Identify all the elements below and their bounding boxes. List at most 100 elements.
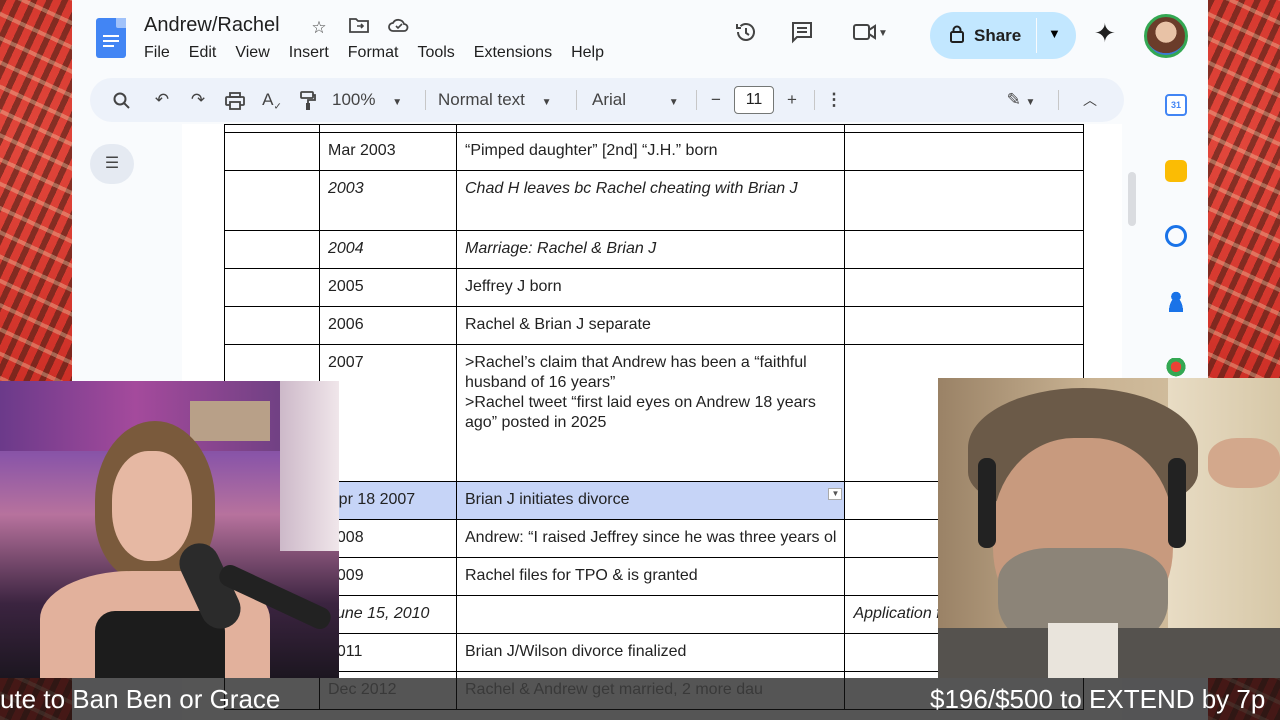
keep-icon[interactable] — [1165, 160, 1187, 182]
date-cell[interactable]: 2007 — [319, 344, 457, 482]
table-row: 2005 Jeffrey J born — [224, 268, 1085, 307]
meet-camera-icon[interactable]: ▼ — [844, 20, 896, 48]
date-cell[interactable]: 2008 — [319, 519, 457, 558]
date-cell[interactable] — [319, 124, 457, 133]
move-to-folder-icon[interactable] — [348, 17, 370, 39]
increase-font-size-button[interactable]: + — [780, 78, 804, 122]
font-family-select[interactable]: Arial ▼ — [592, 78, 686, 122]
row-label-cell[interactable] — [224, 306, 320, 345]
undo-icon[interactable]: ↶ — [150, 78, 174, 122]
date-cell[interactable]: 2011 — [319, 633, 457, 672]
title-bar: Andrew/Rachel ☆ File Edit View Insert Fo… — [72, 0, 1208, 72]
row-label-cell[interactable] — [224, 170, 320, 231]
event-cell[interactable] — [455, 595, 846, 634]
date-cell-text: 2006 — [328, 316, 364, 333]
note-cell[interactable] — [844, 124, 1085, 133]
table-row: 2003 Chad H leaves bc Rachel cheating wit… — [224, 170, 1085, 231]
menu-help[interactable]: Help — [571, 44, 604, 62]
event-cell[interactable] — [455, 124, 846, 133]
event-cell[interactable]: Brian J/Wilson divorce finalized — [455, 633, 846, 672]
scrollbar[interactable] — [1128, 172, 1136, 226]
tasks-icon[interactable] — [1165, 225, 1187, 247]
date-cell[interactable]: 2006 — [319, 306, 457, 345]
calendar-icon[interactable]: 31 — [1165, 94, 1187, 116]
date-cell-text: 2003 — [328, 180, 364, 197]
note-cell[interactable] — [844, 170, 1085, 231]
date-cell[interactable]: 2005 — [319, 268, 457, 307]
menu-edit[interactable]: Edit — [189, 44, 217, 62]
event-cell[interactable]: “Pimped daughter” [2nd] “J.H.” born — [455, 132, 846, 171]
menu-view[interactable]: View — [235, 44, 269, 62]
event-cell[interactable]: Andrew: “I raised Jeffrey since he was t… — [455, 519, 846, 558]
table-row: Mar 2003 “Pimped daughter” [2nd] “J.H.” b… — [224, 132, 1085, 171]
event-cell[interactable]: Jeffrey J born — [455, 268, 846, 307]
table-row: 2004 Marriage: Rachel & Brian J — [224, 230, 1085, 269]
gemini-sparkle-icon[interactable]: ✦ — [1094, 18, 1116, 49]
table-row — [224, 124, 1085, 133]
date-cell[interactable]: Mar 2003 — [319, 132, 457, 171]
comments-icon[interactable] — [788, 20, 816, 48]
cell-dropdown-icon[interactable]: ▼ — [828, 488, 843, 500]
editing-mode-icon[interactable]: ✎ ▼ — [996, 78, 1046, 122]
event-cell[interactable]: Marriage: Rachel & Brian J — [455, 230, 846, 269]
row-label-cell[interactable] — [224, 268, 320, 307]
event-cell[interactable]: Rachel & Brian J separate — [455, 306, 846, 345]
contacts-icon[interactable] — [1165, 290, 1187, 312]
note-cell[interactable] — [844, 230, 1085, 269]
menu-extensions[interactable]: Extensions — [474, 44, 552, 62]
share-button[interactable]: Share ▼ — [930, 12, 1076, 59]
event-cell-text: Brian J/Wilson divorce finalized — [465, 643, 687, 660]
note-cell[interactable] — [844, 268, 1085, 307]
docs-logo-icon[interactable] — [96, 18, 126, 58]
date-cell[interactable]: 2003 — [319, 170, 457, 231]
event-cell[interactable]: Rachel files for TPO & is granted — [455, 557, 846, 596]
event-line: >Rachel tweet “first laid eyes on Andrew… — [465, 394, 816, 431]
zoom-select[interactable]: 100% ▼ — [332, 78, 412, 122]
row-label-cell[interactable] — [224, 230, 320, 269]
event-cell[interactable]: Chad H leaves bc Rachel cheating with Br… — [455, 170, 846, 231]
redo-icon[interactable]: ↷ — [186, 78, 210, 122]
search-menus-icon[interactable] — [110, 78, 134, 122]
account-avatar[interactable] — [1144, 14, 1188, 58]
star-icon[interactable]: ☆ — [308, 17, 330, 39]
ticker-left-text: ute to Ban Ben or Grace — [0, 684, 281, 714]
collapse-menus-icon[interactable]: ︿ — [1078, 78, 1102, 122]
event-cell-text: Jeffrey J born — [465, 278, 562, 295]
menu-tools[interactable]: Tools — [417, 44, 454, 62]
date-cell-text: 2007 — [328, 354, 364, 371]
spellcheck-icon[interactable]: A✓ — [260, 78, 284, 122]
note-cell[interactable] — [844, 306, 1085, 345]
menu-file[interactable]: File — [144, 44, 170, 62]
date-cell-text: 2005 — [328, 278, 364, 295]
date-cell[interactable]: 2004 — [319, 230, 457, 269]
document-outline-icon[interactable]: ☰ — [90, 144, 134, 184]
version-history-icon[interactable] — [732, 20, 760, 48]
date-cell[interactable]: 2009 — [319, 557, 457, 596]
table-row: 2006 Rachel & Brian J separate — [224, 306, 1085, 345]
event-cell[interactable]: >Rachel’s claim that Andrew has been a “… — [455, 344, 846, 482]
date-cell-text: Mar 2003 — [328, 142, 396, 159]
cloud-status-icon[interactable] — [388, 17, 410, 39]
paragraph-style-select[interactable]: Normal text ▼ — [438, 78, 564, 122]
event-cell[interactable]: Brian J initiates divorce ▼ — [455, 481, 846, 520]
row-label-cell[interactable] — [224, 124, 320, 133]
font-size-input[interactable]: 11 — [734, 86, 774, 114]
decrease-font-size-button[interactable]: − — [704, 78, 728, 122]
event-cell-text: Chad H leaves bc Rachel cheating with Br… — [465, 180, 798, 197]
maps-icon[interactable] — [1165, 358, 1187, 380]
paint-format-icon[interactable] — [296, 78, 320, 122]
date-cell-text: Apr 18 2007 — [328, 491, 416, 508]
menu-format[interactable]: Format — [348, 44, 399, 62]
document-title[interactable]: Andrew/Rachel — [144, 14, 280, 37]
lock-icon — [950, 25, 964, 47]
row-label-cell[interactable] — [224, 132, 320, 171]
more-options-icon[interactable]: ⋮ — [824, 78, 844, 122]
date-cell[interactable]: June 15, 2010 — [319, 595, 457, 634]
share-dropdown-icon[interactable]: ▼ — [1048, 26, 1061, 41]
date-cell[interactable]: Apr 18 2007 — [319, 481, 457, 520]
note-cell[interactable] — [844, 132, 1085, 171]
right-webcam-feed — [938, 378, 1280, 678]
print-icon[interactable] — [223, 78, 247, 122]
menu-insert[interactable]: Insert — [289, 44, 329, 62]
event-cell-text: Marriage: Rachel & Brian J — [465, 240, 657, 257]
